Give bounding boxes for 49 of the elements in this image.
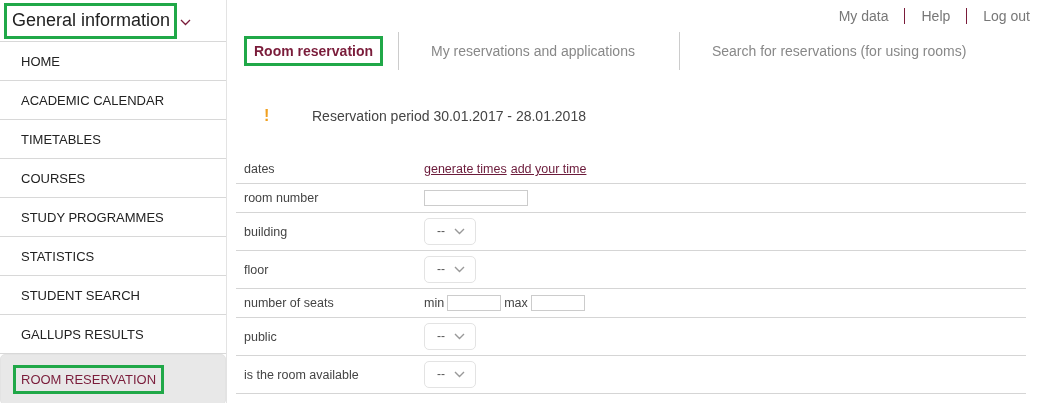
menu-label: HOME xyxy=(20,52,61,71)
field-label: number of seats xyxy=(243,296,335,310)
field-label: room number xyxy=(243,191,320,205)
menu-label: TIMETABLES xyxy=(20,130,102,149)
notice-text: Reservation period 30.01.2017 - 28.01.2018 xyxy=(312,108,586,124)
menu-label: ACADEMIC CALENDAR xyxy=(20,91,166,110)
sidebar-item[interactable]: STUDENT SEARCH xyxy=(0,276,226,315)
field-label: is the room available xyxy=(243,367,360,382)
chevron-down-icon xyxy=(454,332,465,340)
top-link[interactable]: Help xyxy=(921,7,951,24)
menu-label: STUDENT SEARCH xyxy=(20,286,141,305)
tab[interactable]: Search for reservations (for using rooms) xyxy=(701,36,977,66)
chevron-down-icon[interactable] xyxy=(180,18,192,26)
menu-label: STATISTICS xyxy=(20,247,96,266)
sidebar-item[interactable]: TIMETABLES xyxy=(0,120,226,159)
top-link[interactable]: My data xyxy=(838,7,889,24)
field-label: dates xyxy=(243,162,276,176)
menu-label: STUDY PROGRAMMES xyxy=(20,208,165,227)
menu-label: ROOM RESERVATION xyxy=(13,364,165,394)
field-label: building xyxy=(243,224,289,239)
dropdown[interactable]: -- xyxy=(424,361,476,388)
sidebar-item[interactable]: STATISTICS xyxy=(0,237,226,276)
section-title[interactable]: General information xyxy=(4,2,178,39)
min-label: min xyxy=(424,296,445,310)
dropdown[interactable]: -- xyxy=(424,323,476,350)
chevron-down-icon xyxy=(454,265,465,273)
input-field[interactable] xyxy=(447,295,502,311)
max-label: max xyxy=(504,296,528,310)
menu-label: COURSES xyxy=(20,169,87,188)
field-label: floor xyxy=(243,262,270,277)
dropdown[interactable]: -- xyxy=(424,218,476,245)
sidebar-item[interactable]: HOME xyxy=(0,42,226,81)
chevron-down-icon xyxy=(454,370,465,378)
tab[interactable]: My reservations and applications xyxy=(421,36,645,66)
sidebar-item[interactable]: STUDY PROGRAMMES xyxy=(0,198,226,237)
input-field[interactable] xyxy=(424,190,528,206)
warning-icon: ! xyxy=(264,107,292,125)
tab[interactable]: Room reservation xyxy=(244,36,384,66)
sidebar-item[interactable]: ROOM RESERVATION xyxy=(0,354,226,403)
input-field[interactable] xyxy=(530,295,585,311)
link[interactable]: generate times xyxy=(424,162,507,176)
chevron-down-icon xyxy=(454,227,465,235)
field-label: public xyxy=(243,329,278,344)
link[interactable]: add your time xyxy=(510,162,587,176)
sidebar-item[interactable]: ACADEMIC CALENDAR xyxy=(0,81,226,120)
top-link[interactable]: Log out xyxy=(983,7,1030,24)
menu-label: GALLUPS RESULTS xyxy=(20,325,145,344)
dropdown[interactable]: -- xyxy=(424,256,476,283)
sidebar-item[interactable]: COURSES xyxy=(0,159,226,198)
